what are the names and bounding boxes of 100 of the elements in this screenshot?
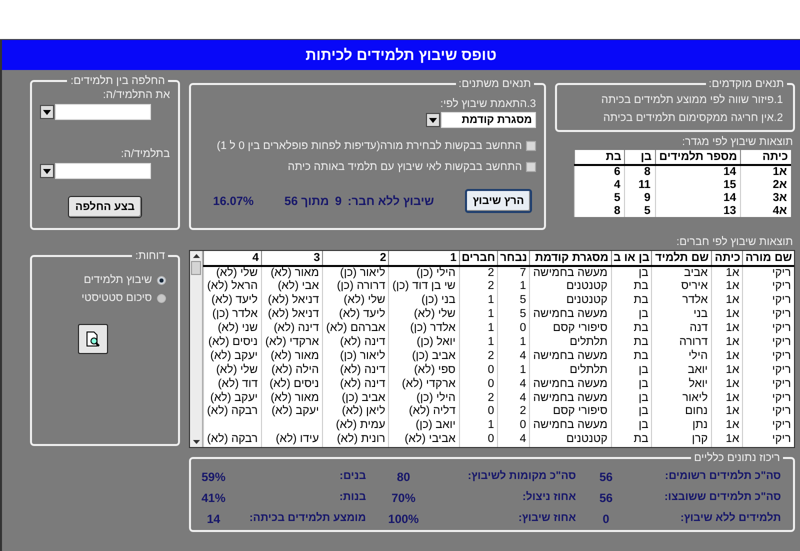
table-cell: ריקי [742,308,794,322]
table-cell: אבי (לא) [261,280,322,294]
table-cell: בת [611,432,652,447]
field-label: 3.התאמת שיבוץ לפי: [439,98,536,110]
summary-label: סה"כ מקומות לשיבוץ: [466,470,576,484]
table-cell: 13 [655,204,741,217]
table-cell: ריקי [742,377,794,392]
table-cell: הילה (לא) [261,363,322,378]
table-cell: 7 [498,266,530,280]
table-cell: 8 [624,165,656,178]
column-header: בן או ב [611,251,652,266]
table-cell: 5 [574,191,625,204]
table-cell: א1 [711,377,743,392]
table-cell: א1 [711,391,743,406]
table-cell: א4 [740,204,791,217]
table-cell: הילי [652,349,712,364]
table-cell: ריקי [742,322,794,336]
table-cell: א1 [711,336,743,350]
table-cell: 1 [459,322,498,336]
column-header: כיתה [740,150,791,165]
summary-label: בנות: [338,491,366,505]
summary-value: 0 [602,512,610,526]
panel-legend: תנאים משתנים: [456,78,534,90]
column-header: חברים [459,251,498,266]
window-title: טופס שיבוץ תלמידים לכיתות [305,46,497,64]
table-cell: 4 [498,377,530,392]
table-cell: בן [611,405,652,419]
preview-button[interactable] [78,324,108,354]
table-cell: דרורה [652,336,712,350]
table-cell: 4 [498,391,530,406]
scroll-down-icon[interactable] [192,440,200,444]
panel-legend: ריכוז נתונים כלליים [691,452,783,464]
table-cell: א1 [711,266,743,280]
checkbox[interactable] [526,162,536,172]
table-cell: אלדר (כן) [388,322,460,336]
table-cell: בת [611,322,652,336]
table-cell: בת [611,280,652,294]
scroll-up-icon[interactable] [192,254,200,258]
table-cell: 0 [498,322,530,336]
table-cell: ריקי [742,418,794,433]
checkbox[interactable] [526,141,536,151]
table-cell: דניאל (לא) [261,308,322,322]
table-cell: 8 [574,204,625,217]
table-cell: הילי (כן) [388,266,460,280]
match-combo-field[interactable]: מסגרת קודמת [441,112,536,128]
table-cell: איריס [652,280,712,294]
radio-button[interactable] [157,294,166,302]
table-cell: ריקי [742,432,794,447]
column-header: 1 [388,251,460,266]
table-cell: 1 [459,336,498,350]
caret-icon [43,168,51,174]
table-cell: שלי (לא) [322,294,389,308]
dropdown-button[interactable] [426,113,440,127]
table-cell: 1 [498,363,530,378]
table-cell: 0 [459,405,498,419]
summary-value: 80 [396,470,412,484]
table-cell: א2 [740,178,791,191]
table-cell: 0 [459,432,498,447]
status-percent: 16.07% [213,194,254,208]
table-cell: 2 [459,391,498,406]
table-cell: 2 [459,349,498,364]
table-cell: ריקי [742,349,794,364]
table-cell: תלתלים [530,336,612,350]
column-header: בן [624,150,656,165]
summary-label: אחוז שיבוץ: [517,512,576,526]
table-cell: דינה (לא) [322,336,389,350]
table-cell: ארקדי (לא) [261,336,322,350]
radio-button[interactable] [157,276,166,284]
radio-label: שיבוץ תלמידים [84,274,152,286]
table-cell: בני (כן) [388,294,460,308]
student-combo-field[interactable] [55,163,151,179]
column-header: כיתה [711,251,743,266]
student-combo-field[interactable] [55,104,151,120]
table-cell: שלי (לא) [388,308,460,322]
run-button[interactable]: הרץ שיבוץ [464,189,532,213]
status-total: מתוך 56 [284,194,329,208]
table-cell: ליאור (כן) [322,266,389,280]
table-cell: 1 [459,418,498,433]
table-cell: א1 [711,294,743,308]
table-cell: 9 [624,191,656,204]
table-cell: סיפורי קסם [530,322,612,336]
table-cell: 5 [624,204,656,217]
caret-icon [43,110,51,114]
dropdown-button[interactable] [40,105,54,119]
scrollbar[interactable] [190,251,203,447]
scroll-thumb[interactable] [191,261,201,275]
table-cell: אביב (כן) [388,349,460,364]
table-cell: קרן [652,432,712,447]
table-cell: ריקי [742,391,794,406]
column-header: מסגרת קודמת [530,251,612,266]
table-cell: בן [611,308,652,322]
table-cell: ריקי [742,363,794,378]
table-cell: ריקי [742,266,794,280]
table-cell: ארקדי (לא) [388,377,460,392]
table-cell: א1 [711,363,743,378]
dropdown-button[interactable] [40,164,54,178]
summary-value: 56 [598,491,614,505]
table-cell: עידו (לא) [261,432,322,447]
swap-button[interactable]: בצע החלפה [68,196,142,218]
table-cell: ריקי [742,405,794,419]
